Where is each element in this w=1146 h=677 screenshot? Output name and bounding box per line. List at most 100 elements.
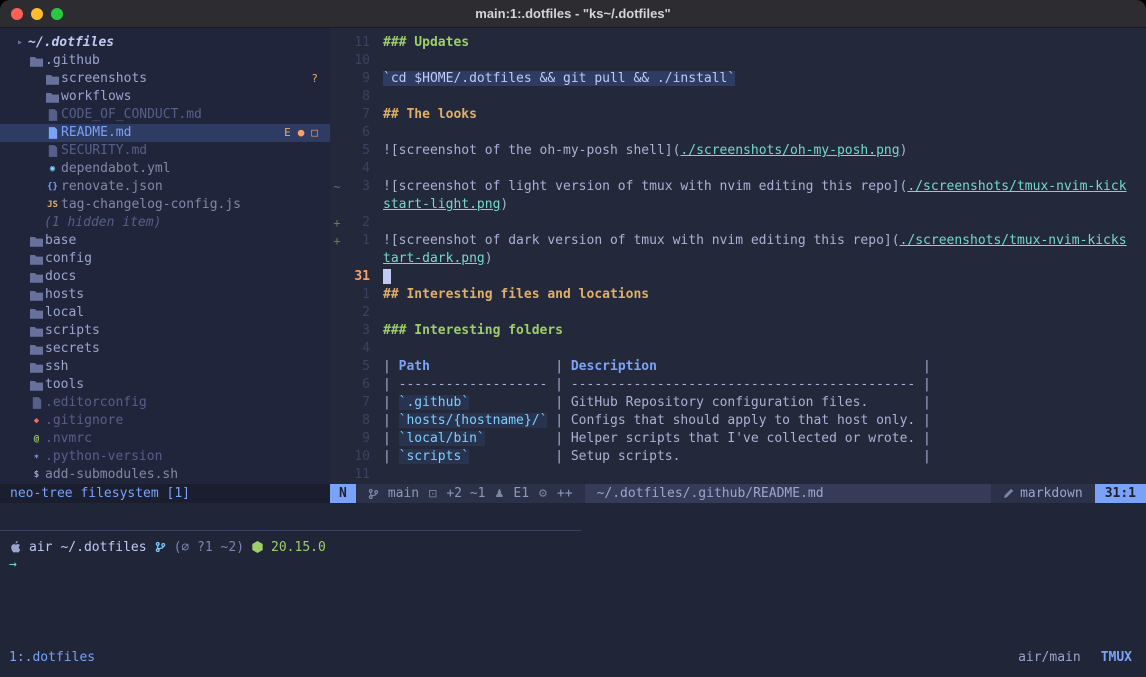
- statusline-filepath: ~/.dotfiles/.github/README.md: [585, 484, 992, 503]
- tree-item-local[interactable]: local: [0, 304, 330, 322]
- line-content: ![screenshot of light version of tmux wi…: [383, 178, 1127, 196]
- prompt-host: air: [29, 540, 52, 555]
- tree-item-github[interactable]: .github: [0, 52, 330, 70]
- tree-item-tools[interactable]: tools: [0, 376, 330, 394]
- line-segment: |: [430, 359, 571, 374]
- line-content: ![screenshot of the oh-my-posh shell](./…: [383, 142, 907, 160]
- editor-line[interactable]: +2: [330, 214, 1146, 232]
- window-title: main:1:.dotfiles - "ks~/.dotfiles": [0, 6, 1146, 21]
- gitsign-none: [330, 448, 344, 466]
- tree-item-screenshots[interactable]: screenshots?: [0, 70, 330, 88]
- tree-item-hidden-items[interactable]: (1 hidden item): [0, 214, 330, 232]
- git-icon: ◆: [28, 412, 45, 430]
- gitsign-add-icon: +: [330, 232, 344, 250]
- gitsign-add-icon: +: [330, 214, 344, 232]
- plugin-icon: ⚙: [538, 487, 548, 500]
- tree-item-workflows[interactable]: workflows: [0, 88, 330, 106]
- editor-line[interactable]: start-light.png): [330, 196, 1146, 214]
- tree-item-python-version[interactable]: ✶.python-version: [0, 448, 330, 466]
- editor-line[interactable]: 11### Updates: [330, 34, 1146, 52]
- editor-line[interactable]: 2: [330, 304, 1146, 322]
- line-number: 6: [344, 124, 370, 142]
- tree-item-docs[interactable]: docs: [0, 268, 330, 286]
- editor-line[interactable]: 5![screenshot of the oh-my-posh shell](.…: [330, 142, 1146, 160]
- editor-line[interactable]: 7| `.github` | GitHub Repository configu…: [330, 394, 1146, 412]
- editor-line[interactable]: 4: [330, 340, 1146, 358]
- editor-line[interactable]: 9`cd $HOME/.dotfiles && git pull && ./in…: [330, 70, 1146, 88]
- tree-item-code-of-conduct[interactable]: CODE_OF_CONDUCT.md: [0, 106, 330, 124]
- unstaged-badge: □: [311, 124, 318, 142]
- editor-line[interactable]: 3### Interesting folders: [330, 322, 1146, 340]
- line-segment: | ------------------- | ----------------…: [383, 377, 931, 392]
- git-branch-icon: [368, 488, 379, 500]
- line-segment: `hosts/{hostname}/`: [399, 413, 548, 428]
- tree-item-tag-changelog[interactable]: JStag-changelog-config.js: [0, 196, 330, 214]
- editor-line[interactable]: 4: [330, 160, 1146, 178]
- diagnostic-error-badge: E: [284, 124, 291, 142]
- line-content: | `hosts/{hostname}/` | Configs that sho…: [383, 412, 931, 430]
- editor-line[interactable]: ~3![screenshot of light version of tmux …: [330, 178, 1146, 196]
- git-diff-icon: ⊡: [428, 487, 437, 500]
- close-button[interactable]: [11, 8, 23, 20]
- line-content: | `local/bin` | Helper scripts that I've…: [383, 430, 931, 448]
- tmux-window-label[interactable]: 1:.dotfiles: [9, 650, 95, 665]
- shell-pane[interactable]: air ~/.dotfiles (⌀ ?1 ~2) 20.15.0 →: [0, 503, 1146, 643]
- markdown-icon: [1003, 488, 1014, 499]
- minimize-button[interactable]: [31, 8, 43, 20]
- gitsign-none: [330, 70, 344, 88]
- gitsign-none: [330, 106, 344, 124]
- editor-line[interactable]: tart-dark.png): [330, 250, 1146, 268]
- tree-item-dependabot[interactable]: ◉dependabot.yml: [0, 160, 330, 178]
- tree-item-secrets[interactable]: secrets: [0, 340, 330, 358]
- line-number: 1: [344, 286, 370, 304]
- editor-line[interactable]: 10| `scripts` | Setup scripts. |: [330, 448, 1146, 466]
- tree-item-gitignore[interactable]: ◆.gitignore: [0, 412, 330, 430]
- tree-item-ssh[interactable]: ssh: [0, 358, 330, 376]
- line-content: ## Interesting files and locations: [383, 286, 649, 304]
- tree-item-hosts[interactable]: hosts: [0, 286, 330, 304]
- line-segment: Path: [399, 359, 430, 374]
- editor-line[interactable]: 8: [330, 88, 1146, 106]
- tree-item-label: base: [45, 232, 76, 250]
- line-number: 9: [344, 430, 370, 448]
- editor-line[interactable]: 10: [330, 52, 1146, 70]
- zoom-button[interactable]: [51, 8, 63, 20]
- editor-line[interactable]: 6: [330, 124, 1146, 142]
- tree-item-readme[interactable]: README.mdE●□: [0, 124, 330, 142]
- editor-line[interactable]: 7 ## The looks: [330, 106, 1146, 124]
- line-segment: |: [657, 359, 931, 374]
- gitsign-change-icon: ~: [330, 178, 344, 196]
- editor-line[interactable]: 11: [330, 466, 1146, 484]
- expander-icon[interactable]: ▸: [12, 34, 28, 52]
- tree-item-renovate[interactable]: {}renovate.json: [0, 178, 330, 196]
- editor-line[interactable]: 1 ## Interesting files and locations: [330, 286, 1146, 304]
- line-segment: |: [383, 359, 399, 374]
- line-segment: ![screenshot of the oh-my-posh shell](: [383, 143, 680, 158]
- gitsign-none: [330, 268, 344, 286]
- editor-line[interactable]: 6| ------------------- | ---------------…: [330, 376, 1146, 394]
- line-number: 7: [344, 106, 370, 124]
- editor-line[interactable]: 31: [330, 268, 1146, 286]
- editor-buffer[interactable]: 11### Updates 10 9`cd $HOME/.dotfiles &&…: [330, 28, 1146, 484]
- tree-item-label: .github: [45, 52, 100, 70]
- line-segment: ./screenshots/tmux-nvim-kick: [907, 179, 1126, 194]
- tree-item-label: local: [45, 304, 84, 322]
- tree-item-root[interactable]: ▸~/.dotfiles: [0, 34, 330, 52]
- line-segment: ./screenshots/tmux-nvim-kicks: [900, 233, 1127, 248]
- tree-item-scripts[interactable]: scripts: [0, 322, 330, 340]
- editor-line[interactable]: +1![screenshot of dark version of tmux w…: [330, 232, 1146, 250]
- tree-item-add-submodules[interactable]: $add-submodules.sh: [0, 466, 330, 484]
- editor-line[interactable]: 8| `hosts/{hostname}/` | Configs that sh…: [330, 412, 1146, 430]
- tree-item-label: .editorconfig: [45, 394, 147, 412]
- line-segment: ## The looks: [383, 107, 477, 122]
- tree-item-editorconfig[interactable]: .editorconfig: [0, 394, 330, 412]
- tree-item-config[interactable]: config: [0, 250, 330, 268]
- tree-item-nvmrc[interactable]: @.nvmrc: [0, 430, 330, 448]
- prompt-git-status: (⌀ ?1 ~2): [174, 540, 244, 555]
- editor-line[interactable]: 9 | `local/bin` | Helper scripts that I'v…: [330, 430, 1146, 448]
- line-content: ### Interesting folders: [383, 322, 563, 340]
- git-branch-label: main: [388, 486, 419, 501]
- tree-item-base[interactable]: base: [0, 232, 330, 250]
- tree-item-security[interactable]: SECURITY.md: [0, 142, 330, 160]
- editor-line[interactable]: 5| Path | Description |: [330, 358, 1146, 376]
